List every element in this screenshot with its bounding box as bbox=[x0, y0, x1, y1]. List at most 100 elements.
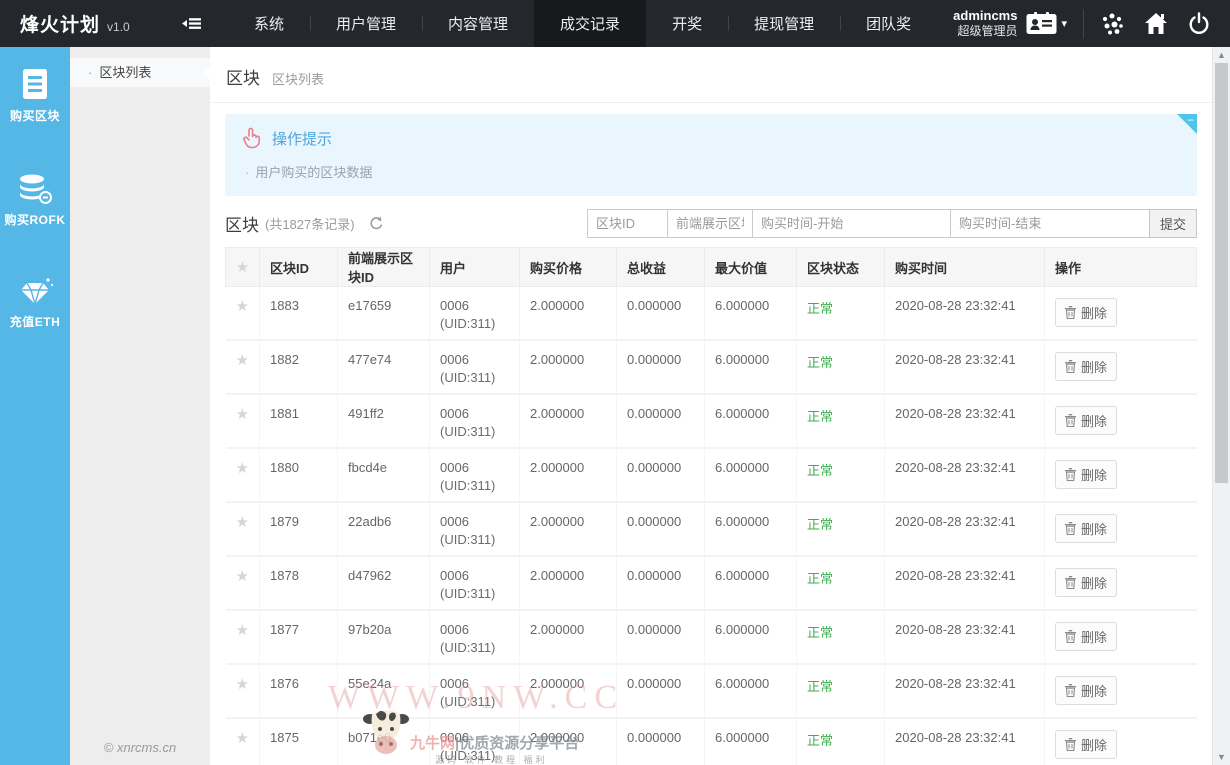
delete-button[interactable]: 删除 bbox=[1055, 676, 1117, 705]
vertical-scrollbar[interactable]: ▲ ▼ bbox=[1212, 47, 1230, 765]
header-star: ★ bbox=[226, 248, 260, 287]
page-title: 区块 bbox=[226, 64, 260, 89]
delete-button[interactable]: 删除 bbox=[1055, 568, 1117, 597]
user-name-text: 0006 bbox=[440, 730, 509, 745]
user-name-text: 0006 bbox=[440, 460, 509, 475]
cell-user: 0006 (UID:311) bbox=[430, 664, 520, 718]
submenu-item-block-list[interactable]: ·区块列表 bbox=[70, 58, 210, 87]
block-id-input[interactable] bbox=[587, 209, 668, 238]
tip-collapse-icon[interactable]: − bbox=[1187, 113, 1194, 127]
home-icon[interactable] bbox=[1144, 12, 1168, 35]
user-name-text: 0006 bbox=[440, 568, 509, 583]
breadcrumb-section: 区块列表 bbox=[272, 69, 324, 88]
trash-icon bbox=[1065, 576, 1076, 589]
clear-cache-icon[interactable] bbox=[1100, 12, 1124, 36]
star-icon[interactable]: ★ bbox=[236, 406, 249, 423]
cell-income: 0.000000 bbox=[617, 556, 705, 610]
delete-label: 删除 bbox=[1081, 573, 1107, 592]
id-card-glyph bbox=[1026, 12, 1057, 36]
cell-status: 正常 bbox=[797, 718, 885, 765]
cell-income: 0.000000 bbox=[617, 448, 705, 502]
home-glyph bbox=[1144, 12, 1168, 35]
status-badge: 正常 bbox=[807, 409, 833, 424]
tip-title: 操作提示 bbox=[272, 128, 332, 149]
user-name-text: 0006 bbox=[440, 298, 509, 313]
sidebar: 购买区块 购买ROFK 充值ETH bbox=[0, 47, 70, 765]
nav-item-users[interactable]: 用户管理 bbox=[310, 0, 422, 47]
scrollbar-thumb[interactable] bbox=[1215, 63, 1228, 483]
table-row: ★ 1877 97b20a 0006 (UID:311) 2.000000 0.… bbox=[226, 610, 1197, 664]
cell-income: 0.000000 bbox=[617, 664, 705, 718]
delete-button[interactable]: 删除 bbox=[1055, 352, 1117, 381]
delete-button[interactable]: 删除 bbox=[1055, 514, 1117, 543]
sidebar-item-recharge-eth[interactable]: 充值ETH bbox=[0, 267, 70, 343]
nav-item-lottery[interactable]: 开奖 bbox=[646, 0, 728, 47]
cell-max-value: 6.000000 bbox=[705, 287, 797, 341]
delete-button[interactable]: 删除 bbox=[1055, 298, 1117, 327]
cell-front-id: d47962 bbox=[338, 556, 430, 610]
nav-item-deals[interactable]: 成交记录 bbox=[534, 0, 646, 47]
sidebar-item-buy-block[interactable]: 购买区块 bbox=[0, 57, 70, 137]
user-uid-text: (UID:311) bbox=[440, 748, 509, 763]
star-icon[interactable]: ★ bbox=[236, 676, 249, 693]
topbar-divider bbox=[1083, 9, 1084, 39]
header-front-id: 前端展示区块ID bbox=[338, 248, 430, 287]
topbar: 烽火计划 v1.0 系统 用户管理 内容管理 成交记录 开奖 提现管理 团队奖 … bbox=[0, 0, 1230, 47]
trash-icon bbox=[1065, 522, 1076, 535]
star-icon[interactable]: ★ bbox=[236, 568, 249, 585]
cell-buy-time: 2020-08-28 23:32:41 bbox=[885, 610, 1045, 664]
buy-time-end-input[interactable] bbox=[950, 209, 1150, 238]
buy-time-start-input[interactable] bbox=[752, 209, 951, 238]
cell-buy-time: 2020-08-28 23:32:41 bbox=[885, 394, 1045, 448]
nav-item-team-bonus[interactable]: 团队奖 bbox=[840, 0, 937, 47]
id-card-icon[interactable] bbox=[1026, 12, 1057, 36]
trash-icon bbox=[1065, 684, 1076, 697]
cell-front-id: 22adb6 bbox=[338, 502, 430, 556]
cell-buy-time: 2020-08-28 23:32:41 bbox=[885, 340, 1045, 394]
refresh-icon[interactable] bbox=[369, 216, 384, 231]
delete-label: 删除 bbox=[1081, 411, 1107, 430]
user-uid-text: (UID:311) bbox=[440, 316, 509, 331]
star-icon[interactable]: ★ bbox=[236, 730, 249, 747]
cell-income: 0.000000 bbox=[617, 502, 705, 556]
delete-button[interactable]: 删除 bbox=[1055, 730, 1117, 759]
star-icon[interactable]: ★ bbox=[236, 298, 249, 315]
delete-button[interactable]: 删除 bbox=[1055, 406, 1117, 435]
list-header-bar: 区块 (共1827条记录) 提交 bbox=[225, 209, 1197, 238]
nav-item-system[interactable]: 系统 bbox=[228, 0, 310, 47]
scroll-down-icon[interactable]: ▼ bbox=[1213, 752, 1230, 762]
cell-income: 0.000000 bbox=[617, 610, 705, 664]
star-icon[interactable]: ★ bbox=[236, 460, 249, 477]
trash-icon bbox=[1065, 738, 1076, 751]
cell-income: 0.000000 bbox=[617, 718, 705, 765]
submit-button[interactable]: 提交 bbox=[1149, 209, 1197, 238]
table-row: ★ 1883 e17659 0006 (UID:311) 2.000000 0.… bbox=[226, 287, 1197, 341]
nav-item-content[interactable]: 内容管理 bbox=[422, 0, 534, 47]
cell-user: 0006 (UID:311) bbox=[430, 340, 520, 394]
delete-button[interactable]: 删除 bbox=[1055, 460, 1117, 489]
header-actions: 操作 bbox=[1045, 248, 1197, 287]
star-icon[interactable]: ★ bbox=[236, 352, 249, 369]
star-icon[interactable]: ★ bbox=[236, 259, 249, 276]
front-block-id-input[interactable] bbox=[667, 209, 753, 238]
sidebar-item-buy-rofk[interactable]: 购买ROFK bbox=[0, 163, 70, 241]
menu-collapse-icon[interactable] bbox=[172, 0, 210, 47]
nav-item-withdraw[interactable]: 提现管理 bbox=[728, 0, 840, 47]
cell-actions: 删除 bbox=[1045, 340, 1197, 394]
cell-star: ★ bbox=[226, 287, 260, 341]
cell-actions: 删除 bbox=[1045, 556, 1197, 610]
header-status: 区块状态 bbox=[797, 248, 885, 287]
cell-status: 正常 bbox=[797, 394, 885, 448]
star-icon[interactable]: ★ bbox=[236, 514, 249, 531]
delete-button[interactable]: 删除 bbox=[1055, 622, 1117, 651]
user-dropdown-caret-icon[interactable]: ▾ bbox=[1061, 17, 1067, 30]
star-icon[interactable]: ★ bbox=[236, 622, 249, 639]
app-version: v1.0 bbox=[107, 20, 130, 34]
sidebar-item-label: 充值ETH bbox=[10, 315, 61, 329]
user-uid-text: (UID:311) bbox=[440, 478, 509, 493]
logout-power-icon[interactable] bbox=[1188, 12, 1210, 35]
scroll-up-icon[interactable]: ▲ bbox=[1213, 50, 1230, 60]
delete-label: 删除 bbox=[1081, 627, 1107, 646]
cell-front-id: 55e24a bbox=[338, 664, 430, 718]
delete-label: 删除 bbox=[1081, 735, 1107, 754]
